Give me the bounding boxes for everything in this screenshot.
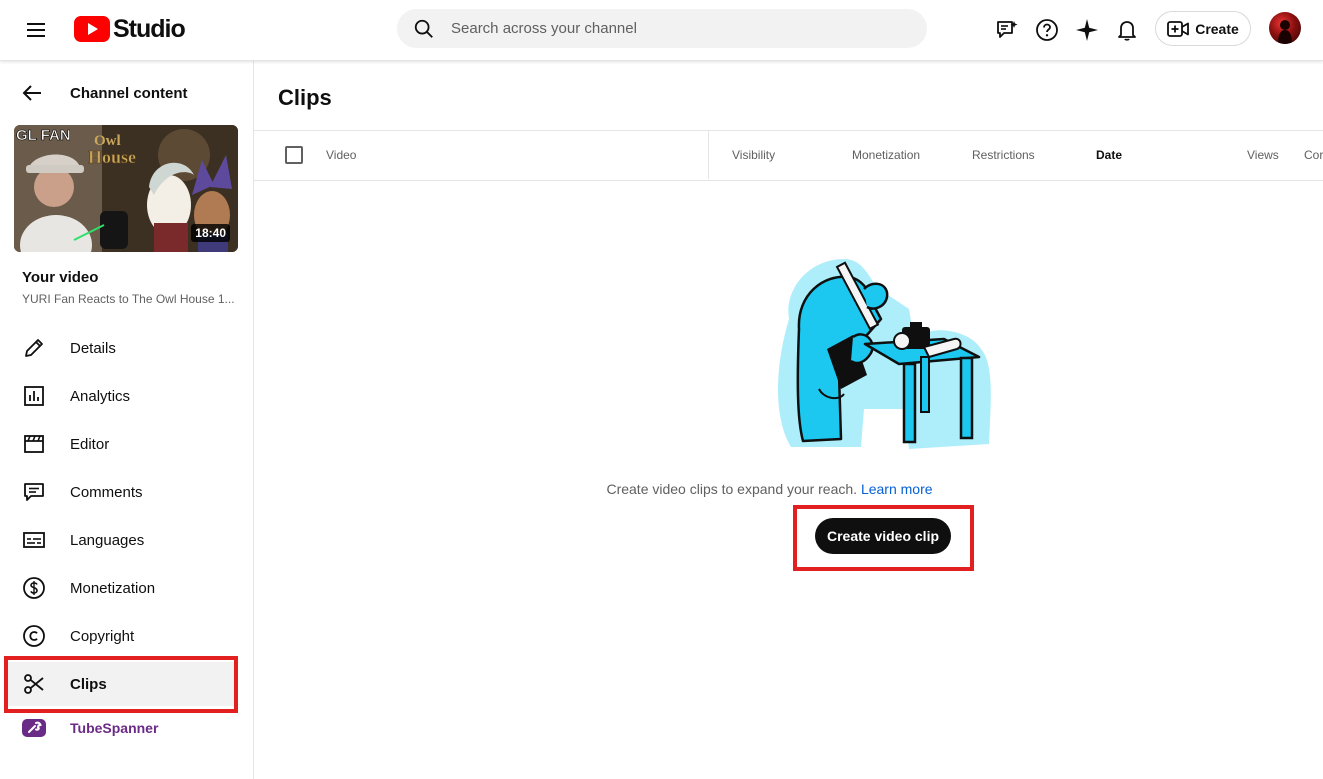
table-header: Video Visibility Monetization Restrictio… [254, 130, 1323, 181]
page-title: Clips [278, 85, 332, 110]
video-title: YURI Fan Reacts to The Owl House 1... [22, 292, 235, 306]
top-bar: Studio Search across your channel Create [0, 0, 1323, 61]
sidebar-item-label: Copyright [70, 627, 135, 645]
svg-text:House: House [88, 147, 136, 167]
learn-more-link[interactable]: Learn more [861, 481, 933, 497]
youtube-logo-icon [74, 16, 110, 42]
empty-state-text: Create video clips to expand your reach. [606, 481, 858, 497]
empty-state-message: Create video clips to expand your reach.… [235, 481, 1304, 497]
pencil-icon [25, 339, 43, 357]
studio-logo[interactable]: Studio [74, 14, 186, 44]
logo-text: Studio [113, 14, 186, 43]
sidebar-item-label: Comments [70, 483, 143, 501]
help-button[interactable] [1031, 14, 1063, 46]
tubespanner-icon [22, 719, 46, 737]
subtitles-icon [23, 532, 45, 548]
clips-empty-illustration-icon [777, 259, 991, 449]
sidebar-item-label: Details [70, 339, 116, 357]
sidebar-item-label: Languages [70, 531, 145, 549]
column-views[interactable]: Views [1247, 148, 1279, 162]
search-icon [414, 19, 433, 38]
sidebar-item-label: Analytics [70, 387, 131, 405]
sidebar-item-comments[interactable]: Comments [6, 470, 234, 514]
analytics-icon [24, 386, 44, 406]
hamburger-icon [27, 23, 45, 37]
sidebar-item-tubespanner[interactable]: TubeSpanner [6, 706, 234, 750]
select-all-checkbox[interactable] [285, 146, 303, 164]
svg-text:Owl: Owl [94, 133, 121, 149]
search-bar[interactable] [397, 9, 927, 48]
column-visibility[interactable]: Visibility [732, 148, 775, 162]
clapperboard-icon [24, 435, 44, 453]
back-label: Channel content [70, 84, 188, 102]
search-input[interactable] [449, 19, 893, 38]
bell-icon [1118, 21, 1136, 41]
sidebar-item-label: Editor [70, 435, 110, 453]
avatar-image-icon [1278, 20, 1292, 44]
create-button-label: Create [1195, 20, 1239, 37]
account-avatar[interactable] [1269, 12, 1301, 44]
sidebar-item-analytics[interactable]: Analytics [6, 374, 234, 418]
sidebar-item-label: Clips [70, 675, 107, 693]
sidebar-item-label: TubeSpanner [70, 720, 159, 736]
column-divider [708, 131, 709, 179]
sidebar-item-clips[interactable]: Clips [6, 662, 234, 706]
sidebar-item-monetization[interactable]: Monetization [6, 566, 234, 610]
copyright-icon [23, 625, 45, 647]
feedback-icon [997, 21, 1018, 38]
column-date[interactable]: Date [1096, 148, 1122, 162]
video-duration: 18:40 [191, 224, 230, 242]
notifications-button[interactable] [1111, 14, 1143, 46]
sidebar-item-label: Monetization [70, 579, 156, 597]
svg-text:GL FAN: GL FAN [16, 127, 71, 144]
arrow-left-icon [22, 85, 41, 101]
sparkle-icon [1076, 19, 1098, 41]
back-to-channel-content[interactable]: Channel content [20, 81, 188, 105]
comments-icon [24, 483, 44, 501]
dollar-icon [23, 577, 45, 599]
scissors-icon [24, 674, 44, 694]
create-video-clip-button[interactable]: Create video clip [815, 518, 951, 554]
menu-button[interactable] [18, 12, 54, 48]
create-button[interactable]: Create [1155, 11, 1251, 46]
sidebar-item-languages[interactable]: Languages [6, 518, 234, 562]
sidebar: Channel content GL FAN House Owl 18:40 Y… [0, 61, 254, 779]
column-restrictions[interactable]: Restrictions [972, 148, 1035, 162]
your-video-label: Your video [22, 269, 99, 286]
column-video[interactable]: Video [326, 148, 356, 162]
sidebar-item-details[interactable]: Details [6, 326, 234, 370]
sidebar-item-editor[interactable]: Editor [6, 422, 234, 466]
column-monetization[interactable]: Monetization [852, 148, 920, 162]
column-comments[interactable]: Cor [1304, 148, 1323, 162]
sidebar-item-copyright[interactable]: Copyright [6, 614, 234, 658]
ai-spark-button[interactable] [1071, 14, 1103, 46]
main-content: Clips Video Visibility Monetization Rest… [254, 61, 1323, 779]
add-video-icon [1167, 20, 1190, 37]
video-thumbnail[interactable]: GL FAN House Owl 18:40 [14, 125, 238, 252]
feedback-button[interactable] [991, 14, 1023, 46]
help-icon [1036, 19, 1058, 41]
